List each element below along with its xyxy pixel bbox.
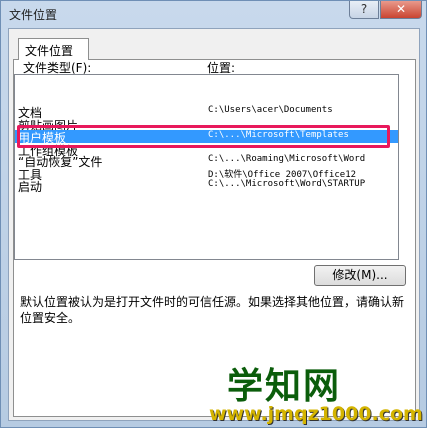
file-type-label: 启动 [18,180,43,194]
close-button[interactable]: ✕ [380,1,422,19]
highlight-annotation-box [17,125,390,148]
dialog-window: 文件位置 ? ✕ 文件位置 文件类型(F): 位置: 文档 C:\Users\a… [0,0,427,428]
location-value: C:\...\Microsoft\Word\STARTUP [208,179,366,189]
list-item[interactable]: “自动恢复”文件 C:\...\Roaming\Microsoft\Word [15,154,398,169]
modify-button[interactable]: 修改(M)... [314,265,406,286]
location-value: C:\Users\acer\Documents [208,105,333,115]
trust-note-text: 默认位置被认为是打开文件时的可信任源。如果选择其他位置，请确认新位置安全。 [20,295,405,325]
watermark-title: 学知网 [227,366,342,407]
watermark-url: www.jmqz1000.com [209,403,423,425]
window-title: 文件位置 [9,8,58,22]
help-button[interactable]: ? [349,1,379,19]
list-item[interactable]: 启动 C:\...\Microsoft\Word\STARTUP [15,179,398,194]
watermark-logo: 学知网 www.jmqz1000.com [209,357,423,427]
tab-file-locations[interactable]: 文件位置 [18,38,89,60]
location-value: C:\...\Roaming\Microsoft\Word [208,154,366,164]
file-locations-list[interactable]: 文档 C:\Users\acer\Documents 剪贴画图片 用户模板 C:… [14,74,399,260]
